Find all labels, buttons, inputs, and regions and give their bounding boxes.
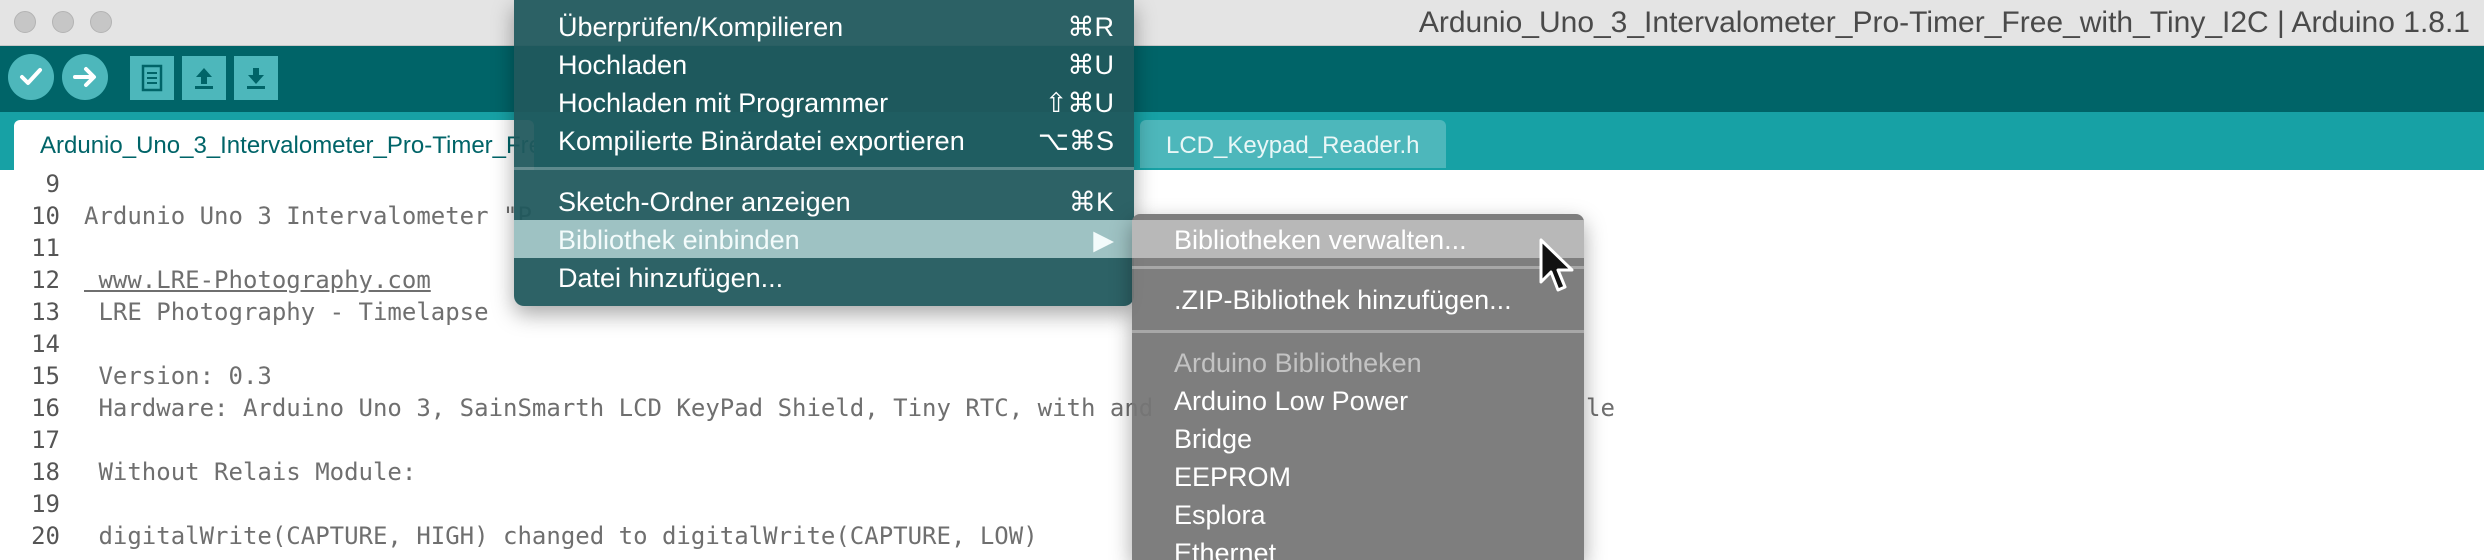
- submenu-item-label: Ethernet: [1174, 538, 1277, 560]
- mouse-cursor-icon: [1539, 238, 1574, 292]
- submenu-item-label: Bridge: [1174, 424, 1253, 454]
- zoom-window-button[interactable]: [90, 11, 112, 33]
- menu-item-shortcut: ⌘U: [1067, 50, 1115, 80]
- menu-item-verify-compile[interactable]: Überprüfen/Kompilieren ⌘R: [514, 7, 1134, 45]
- upload-icon: [73, 67, 96, 87]
- submenu-separator: [1132, 266, 1584, 269]
- code-text: Version: 0.3: [84, 362, 272, 390]
- submenu-item-library[interactable]: Ethernet: [1132, 533, 1584, 560]
- line-number: 17: [31, 426, 60, 454]
- menu-item-shortcut: ⌘R: [1067, 12, 1115, 42]
- open-icon: [195, 68, 213, 89]
- sketch-menu: Überprüfen/Kompilieren ⌘R Hochladen ⌘U H…: [514, 0, 1134, 306]
- line-number: 9: [45, 170, 60, 198]
- verify-button[interactable]: [8, 54, 54, 100]
- menu-separator: [514, 167, 1134, 170]
- submenu-item-manage-libraries[interactable]: Bibliotheken verwalten...: [1132, 220, 1584, 258]
- submenu-item-label: Bibliotheken verwalten...: [1174, 225, 1467, 255]
- submenu-item-label: .ZIP-Bibliothek hinzufügen...: [1174, 285, 1512, 315]
- menu-item-shortcut: ⇧⌘U: [1044, 88, 1114, 118]
- code-link[interactable]: www.LRE-Photography.com: [84, 266, 430, 294]
- submenu-section-header: Arduino Bibliotheken: [1132, 343, 1584, 381]
- menu-item-shortcut: ⌘K: [1068, 187, 1114, 217]
- menu-item-label: Kompilierte Binärdatei exportieren: [558, 126, 965, 156]
- submenu-item-label: Arduino Bibliotheken: [1174, 348, 1422, 378]
- verify-icon: [20, 68, 42, 85]
- submenu-item-library[interactable]: Esplora: [1132, 495, 1584, 533]
- line-number: 14: [31, 330, 60, 358]
- menu-item-label: Hochladen: [558, 50, 688, 80]
- code-text: Hardware: Arduino Uno 3, SainSmarth LCD …: [84, 394, 1154, 422]
- submenu-separator: [1132, 330, 1584, 333]
- menu-item-label: Datei hinzufügen...: [558, 263, 784, 293]
- upload-button[interactable]: [62, 54, 108, 100]
- line-number: 11: [31, 234, 60, 262]
- line-number: 18: [31, 458, 60, 486]
- code-text-overflow: le: [1586, 394, 1615, 422]
- line-number: 13: [31, 298, 60, 326]
- tab-main-sketch[interactable]: Ardunio_Uno_3_Intervalometer_Pro-Timer_F…: [14, 120, 534, 170]
- submenu-item-add-zip-library[interactable]: .ZIP-Bibliothek hinzufügen...: [1132, 280, 1584, 318]
- line-number: 15: [31, 362, 60, 390]
- open-button[interactable]: [182, 56, 226, 100]
- close-window-button[interactable]: [14, 11, 36, 33]
- submenu-item-library[interactable]: Arduino Low Power: [1132, 381, 1584, 419]
- menu-item-include-library[interactable]: Bibliothek einbinden ▶: [514, 220, 1134, 258]
- save-icon: [247, 68, 265, 89]
- menu-item-show-sketch-folder[interactable]: Sketch-Ordner anzeigen ⌘K: [514, 182, 1134, 220]
- save-button[interactable]: [234, 56, 278, 100]
- submenu-item-library[interactable]: EEPROM: [1132, 457, 1584, 495]
- include-library-submenu: Bibliotheken verwalten... .ZIP-Bibliothe…: [1132, 214, 1584, 560]
- new-button[interactable]: [130, 56, 174, 100]
- line-number: 19: [31, 490, 60, 518]
- code-text: Ardunio Uno 3 Intervalometer "P: [84, 202, 532, 230]
- menu-item-label: Sketch-Ordner anzeigen: [558, 187, 851, 217]
- line-number: 12: [31, 266, 60, 294]
- submenu-item-label: EEPROM: [1174, 462, 1292, 492]
- code-text: LRE Photography - Timelapse: [84, 298, 489, 326]
- menu-item-upload-programmer[interactable]: Hochladen mit Programmer ⇧⌘U: [514, 83, 1134, 121]
- submenu-item-label: Esplora: [1174, 500, 1266, 530]
- menu-item-upload[interactable]: Hochladen ⌘U: [514, 45, 1134, 83]
- menu-item-shortcut: ⌥⌘S: [1037, 126, 1114, 156]
- menu-item-add-file[interactable]: Datei hinzufügen...: [514, 258, 1134, 296]
- new-icon: [141, 64, 163, 92]
- menu-item-label: Bibliothek einbinden: [558, 225, 800, 255]
- minimize-window-button[interactable]: [52, 11, 74, 33]
- line-number: 20: [31, 522, 60, 550]
- line-number: 10: [31, 202, 60, 230]
- tab-lcd-keypad-reader[interactable]: LCD_Keypad_Reader.h: [1140, 120, 1446, 168]
- code-text: digitalWrite(CAPTURE, HIGH) changed to d…: [84, 522, 1038, 550]
- submenu-item-library[interactable]: Bridge: [1132, 419, 1584, 457]
- line-number: 16: [31, 394, 60, 422]
- submenu-item-label: Arduino Low Power: [1174, 386, 1409, 416]
- tab-bar: Ardunio_Uno_3_Intervalometer_Pro-Timer_F…: [0, 112, 2484, 170]
- toolbar: [0, 46, 2484, 112]
- menu-item-label: Hochladen mit Programmer: [558, 88, 889, 118]
- code-text: Without Relais Module:: [84, 458, 417, 486]
- menu-item-export-binary[interactable]: Kompilierte Binärdatei exportieren ⌥⌘S: [514, 121, 1134, 159]
- submenu-arrow-icon: ▶: [1093, 225, 1114, 255]
- title-bar: Ardunio_Uno_3_Intervalometer_Pro-Timer_F…: [0, 0, 2484, 46]
- window-title: Ardunio_Uno_3_Intervalometer_Pro-Timer_F…: [1418, 6, 2470, 39]
- menu-item-label: Überprüfen/Kompilieren: [558, 12, 844, 42]
